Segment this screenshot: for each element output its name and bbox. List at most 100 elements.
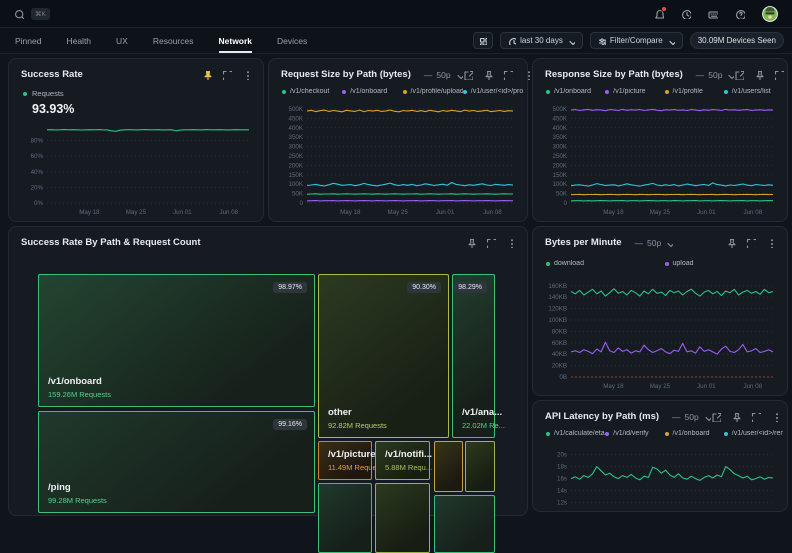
percentile-select[interactable]: — 50p xyxy=(696,70,735,80)
treemap-node-v1-ana[interactable]: 98.29%/v1/ana...22.02M Re... xyxy=(452,274,495,438)
svg-text:May 18: May 18 xyxy=(603,209,624,216)
legend-dot xyxy=(665,262,669,266)
treemap-node-box-d[interactable] xyxy=(375,483,430,553)
card-header: Request Size by Path (bytes) — 50p xyxy=(269,59,527,80)
share-icon[interactable] xyxy=(463,70,473,80)
tab-devices[interactable]: Devices xyxy=(277,28,307,53)
pin-icon[interactable] xyxy=(726,238,736,248)
share-icon[interactable] xyxy=(734,70,744,80)
percentile-value: 50p xyxy=(685,412,699,422)
pin-icon[interactable] xyxy=(202,70,212,80)
tab-resources[interactable]: Resources xyxy=(153,28,194,53)
success-rate-chart[interactable]: 0%20%40%60%80%May 18May 25Jun 01Jun 08 xyxy=(17,121,255,217)
request-size-chart[interactable]: 050K100K150K200K250K300K350K400K450K500K… xyxy=(277,105,519,217)
treemap-node-box-c[interactable] xyxy=(318,483,372,553)
percentile-select[interactable]: — 50p xyxy=(424,70,463,80)
treemap-node-v1-picture[interactable]: /v1/picture11.49M Requests xyxy=(318,441,372,480)
expand-icon[interactable] xyxy=(503,70,513,80)
legend-item[interactable]: /v1/users/list xyxy=(724,88,783,95)
legend-dot xyxy=(605,90,609,94)
card-actions xyxy=(202,70,252,80)
bytes-per-minute-chart[interactable]: 0B20KB40KB60KB80KB100KB120KB140KB160KBMa… xyxy=(541,279,779,391)
expand-icon[interactable] xyxy=(486,238,496,248)
pin-icon[interactable] xyxy=(483,70,493,80)
legend-item[interactable]: download xyxy=(546,260,665,267)
tab-health[interactable]: Health xyxy=(66,28,91,53)
svg-text:200K: 200K xyxy=(553,162,568,169)
legend-item[interactable]: /v1/user/<id>/profile xyxy=(463,88,523,95)
global-search[interactable]: ⌘K xyxy=(14,8,50,20)
legend-item[interactable]: /v1/calculate/eta xyxy=(546,430,605,437)
api-latency-chart[interactable]: 12s14s16s18s20s xyxy=(541,447,779,507)
svg-text:18s: 18s xyxy=(557,464,567,471)
legend-item[interactable]: /v1/onboard xyxy=(546,88,605,95)
expand-icon[interactable] xyxy=(222,70,232,80)
percentile-select[interactable]: — 50p xyxy=(635,238,674,248)
path-name: /v1/notifi... xyxy=(385,449,432,460)
treemap-node-v1-onboard[interactable]: 98.97%/v1/onboard159.26M Requests xyxy=(38,274,315,407)
pin-icon[interactable] xyxy=(466,238,476,248)
svg-text:20s: 20s xyxy=(557,452,567,459)
legend-item[interactable]: /v1/checkout xyxy=(282,88,342,95)
filter-compare-button[interactable]: Filter/Compare xyxy=(590,32,683,49)
treemap-node-ping[interactable]: 99.16%/ping99.28M Requests xyxy=(38,411,315,513)
svg-text:May 25: May 25 xyxy=(387,209,408,216)
legend-dot xyxy=(546,90,550,94)
svg-text:Jun 08: Jun 08 xyxy=(220,209,239,216)
response-size-chart[interactable]: 050K100K150K200K250K300K350K400K450K500K… xyxy=(541,105,779,217)
treemap-node-box-e[interactable] xyxy=(434,495,495,553)
tab-ux[interactable]: UX xyxy=(116,28,128,53)
time-range-select[interactable]: last 30 days xyxy=(500,32,583,49)
legend-item[interactable]: /v1/picture xyxy=(605,88,664,95)
legend-item[interactable]: upload xyxy=(665,260,784,267)
help-button[interactable] xyxy=(735,9,745,19)
share-icon[interactable] xyxy=(711,412,721,422)
notifications-button[interactable] xyxy=(654,9,664,19)
treemap-node-box-a[interactable] xyxy=(434,441,463,492)
kebab-menu-icon[interactable] xyxy=(766,238,776,248)
treemap-node-label: /v1/ana...22.02M Re... xyxy=(462,407,505,430)
legend-item[interactable]: /v1/user/<id>/rem... xyxy=(724,430,783,437)
legend-item[interactable]: /v1/onboard xyxy=(665,430,724,437)
legend-item[interactable]: /v1/profile/upload xyxy=(403,88,463,95)
svg-text:16s: 16s xyxy=(557,476,567,483)
legend-label: /v1/user/<id>/profile xyxy=(471,88,523,95)
expand-icon[interactable] xyxy=(751,412,761,422)
legend-label: /v1/users/list xyxy=(732,88,771,95)
legend-dot xyxy=(23,92,27,96)
notification-badge xyxy=(661,6,667,12)
svg-text:May 25: May 25 xyxy=(126,209,147,216)
clock-icon xyxy=(508,37,516,45)
pin-icon[interactable] xyxy=(731,412,741,422)
treemap-node-box-b[interactable] xyxy=(465,441,495,492)
svg-text:400K: 400K xyxy=(553,125,568,132)
percentile-select[interactable]: — 50p xyxy=(672,412,711,422)
shortcuts-button[interactable] xyxy=(708,9,718,19)
path-name: /v1/onboard xyxy=(48,376,111,387)
legend-item[interactable]: /v1/onboard xyxy=(342,88,402,95)
kebab-menu-icon[interactable] xyxy=(506,238,516,248)
card-success-by-path: Success Rate By Path & Request Count 98.… xyxy=(8,226,528,516)
card-actions xyxy=(711,412,781,422)
legend-item[interactable]: /v1/id/verify xyxy=(605,430,664,437)
kebab-menu-icon[interactable] xyxy=(771,412,781,422)
svg-text:0%: 0% xyxy=(34,200,43,207)
expand-icon[interactable] xyxy=(746,238,756,248)
svg-text:Jun 08: Jun 08 xyxy=(483,209,502,216)
layout-toggle-button[interactable] xyxy=(473,32,493,49)
request-count: 99.28M Requests xyxy=(48,496,107,505)
treemap-node-label: /ping99.28M Requests xyxy=(48,482,107,505)
expand-icon[interactable] xyxy=(774,70,784,80)
history-button[interactable] xyxy=(681,9,691,19)
percentile-dash: — xyxy=(696,70,705,80)
tab-pinned[interactable]: Pinned xyxy=(15,28,41,53)
tab-network[interactable]: Network xyxy=(219,28,253,53)
legend-item[interactable]: /v1/profile xyxy=(665,88,724,95)
avatar[interactable] xyxy=(762,6,778,22)
treemap-node-other[interactable]: 90.30%other92.82M Requests xyxy=(318,274,449,438)
treemap-node-v1-notifi[interactable]: /v1/notifi...5.88M Requ... xyxy=(375,441,430,480)
legend-dot xyxy=(403,90,407,94)
kebab-menu-icon[interactable] xyxy=(242,70,252,80)
devices-seen-badge[interactable]: 30.09M Devices Seen xyxy=(690,32,784,49)
pin-icon[interactable] xyxy=(754,70,764,80)
